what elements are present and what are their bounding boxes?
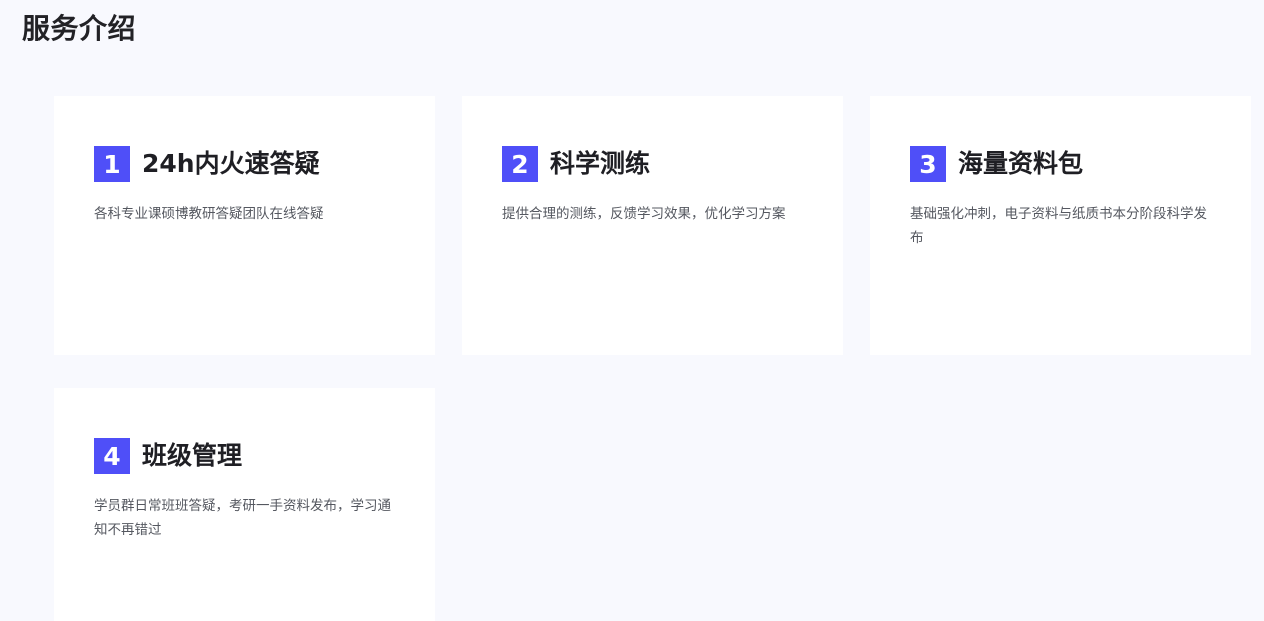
card-header: 3 海量资料包 xyxy=(910,146,1083,182)
service-card-class-management: 4 班级管理 学员群日常班班答疑，考研一手资料发布，学习通知不再错过 xyxy=(54,388,435,621)
card-title: 海量资料包 xyxy=(958,149,1084,178)
card-number-badge: 4 xyxy=(94,438,130,474)
card-description: 学员群日常班班答疑，考研一手资料发布，学习通知不再错过 xyxy=(94,498,391,538)
card-description: 基础强化冲刺，电子资料与纸质书本分阶段科学发布 xyxy=(910,206,1207,246)
card-header: 2 科学测练 xyxy=(502,146,650,182)
card-description: 提供合理的测练，反馈学习效果，优化学习方案 xyxy=(502,206,786,222)
service-card-materials: 3 海量资料包 基础强化冲刺，电子资料与纸质书本分阶段科学发布 xyxy=(870,96,1251,355)
page-title: 服务介绍 xyxy=(22,12,137,45)
card-number-badge: 2 xyxy=(502,146,538,182)
card-title: 科学测练 xyxy=(550,149,651,178)
card-description: 各科专业课硕博教研答疑团队在线答疑 xyxy=(94,206,324,222)
card-title: 24h内火速答疑 xyxy=(142,149,320,178)
service-card-practice: 2 科学测练 提供合理的测练，反馈学习效果，优化学习方案 xyxy=(462,96,843,355)
card-number-badge: 3 xyxy=(910,146,946,182)
service-card-answering: 1 24h内火速答疑 各科专业课硕博教研答疑团队在线答疑 xyxy=(54,96,435,355)
card-header: 4 班级管理 xyxy=(94,438,242,474)
card-number-badge: 1 xyxy=(94,146,130,182)
card-title: 班级管理 xyxy=(142,441,243,470)
card-header: 1 24h内火速答疑 xyxy=(94,146,320,182)
